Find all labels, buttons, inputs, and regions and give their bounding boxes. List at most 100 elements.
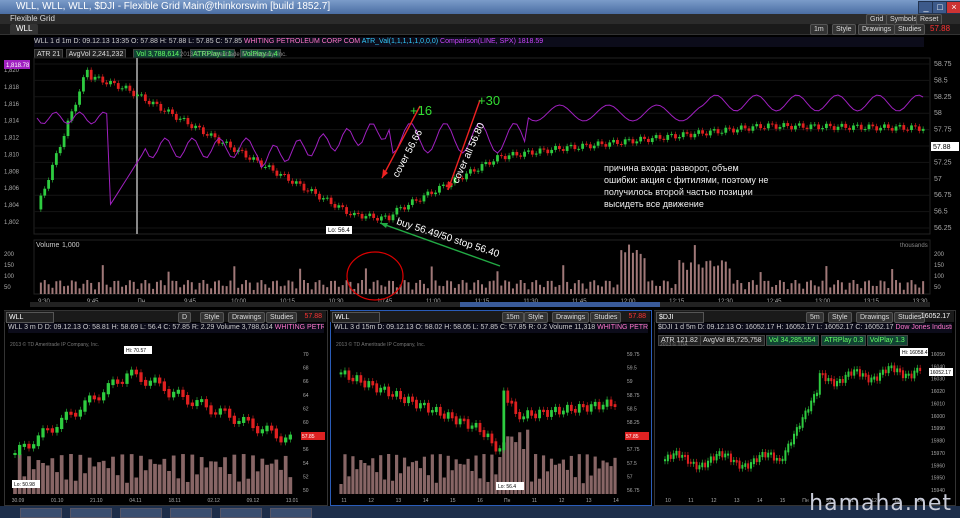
panel-candle-body: [913, 370, 916, 379]
studies-button[interactable]: Studies: [894, 24, 926, 35]
panel-candle-body: [251, 418, 255, 429]
volume-bar: [392, 281, 394, 294]
candle-body: [171, 109, 174, 115]
panel-volume-bar: [482, 454, 486, 494]
candle-body: [813, 124, 817, 126]
taskbar-item[interactable]: [70, 508, 112, 518]
panel-candle-body: [672, 453, 675, 459]
candle-body: [484, 162, 488, 165]
volume-bar: [651, 280, 654, 294]
candle-body: [174, 114, 178, 120]
left-axis-tick: 1,808: [4, 169, 20, 175]
panel-candle-body: [351, 377, 355, 382]
volume-bar: [840, 282, 843, 294]
panel-lo-label: Lo: 50.98: [14, 482, 35, 488]
panel-volume-bar: [36, 460, 41, 494]
panel-candle-body: [864, 373, 867, 377]
volume-bar: [101, 265, 104, 294]
volume-bar: [535, 280, 538, 294]
panel-candle-body: [274, 428, 278, 439]
volume-bar: [333, 280, 336, 294]
dji-chart[interactable]: 2013 © TDA160501604016030160201601016000…: [654, 310, 956, 506]
candle-body: [917, 126, 921, 131]
volume-bar: [666, 281, 669, 294]
menubar: Flexible Grid Grid Symbols Reset: [0, 14, 960, 25]
panel-candle-body: [506, 390, 510, 403]
taskbar-item[interactable]: [20, 508, 62, 518]
panel-candle-body: [844, 374, 847, 383]
panel-candle-body: [92, 395, 96, 400]
daily-chart[interactable]: 2013 © TD Ameritrade IP Company, Inc. 70 6…: [4, 310, 328, 506]
candle-body: [321, 198, 325, 200]
panel-candle-body: [850, 371, 853, 376]
symbol-tab[interactable]: WLL: [10, 24, 39, 34]
volume-axis-tick: 100: [934, 274, 945, 280]
panel-volume-bar: [434, 482, 438, 494]
candle-body: [244, 150, 248, 158]
volume-bar: [689, 262, 692, 294]
candle-body: [213, 133, 217, 138]
candle-body: [906, 129, 910, 131]
period-button[interactable]: 1m: [810, 24, 828, 35]
panel-time-tick: Пн: [504, 498, 511, 504]
candle-body: [890, 128, 894, 131]
volume-bar: [183, 284, 186, 294]
taskbar-item[interactable]: [120, 508, 162, 518]
panel-candle-body: [813, 394, 816, 403]
layout-name[interactable]: Flexible Grid: [10, 14, 55, 24]
candle-body: [708, 130, 712, 136]
candle-body: [101, 76, 105, 83]
volume-bar: [728, 268, 731, 294]
panel-candle-body: [458, 418, 462, 425]
panel-volume-bar: [209, 461, 213, 494]
panel-volume-bar: [185, 481, 190, 494]
taskbar-item[interactable]: [220, 508, 262, 518]
panel-candle-body: [399, 391, 402, 400]
15m-chart[interactable]: 2013 © TD Ameritrade IP Company, Inc. 59.…: [330, 310, 652, 506]
candle-body: [581, 143, 585, 149]
candle-body: [716, 129, 720, 134]
panel-volume-bar: [422, 456, 426, 494]
panel-candle-body: [609, 399, 613, 407]
style-button[interactable]: Style: [832, 24, 856, 35]
volume-bar: [419, 280, 422, 294]
candle-body: [913, 125, 917, 127]
taskbar-item[interactable]: [170, 508, 212, 518]
candle-body: [797, 123, 801, 126]
candle-body: [143, 94, 147, 101]
panel-volume-bar: [351, 456, 355, 494]
taskbar-item[interactable]: [270, 508, 312, 518]
drawings-button[interactable]: Drawings: [858, 24, 896, 35]
main-scrollbar[interactable]: [30, 302, 930, 307]
volume-bar: [217, 280, 220, 294]
volume-bar: [600, 286, 603, 294]
candle-body: [333, 204, 337, 208]
panel-candle-body: [270, 425, 274, 431]
panel-candle-body: [830, 378, 833, 382]
panel-candle-body: [232, 415, 236, 424]
panel-candle-body: [876, 376, 879, 381]
candle-body: [561, 149, 565, 151]
volume-bar: [662, 280, 665, 294]
panel-volume-bar: [111, 456, 115, 494]
panel-candle-body: [801, 417, 804, 428]
candle-body: [186, 118, 190, 125]
candle-body: [631, 139, 635, 144]
panel-volume-bar: [78, 454, 83, 494]
candle-body: [550, 149, 554, 154]
main-scrollbar-thumb[interactable]: [460, 302, 660, 307]
panel-candle-body: [709, 456, 712, 463]
close-button[interactable]: ×: [946, 1, 960, 14]
volume-bar: [906, 282, 909, 294]
volume-bar: [724, 261, 727, 294]
panel-volume-bar: [129, 454, 134, 494]
panel-candle-body: [407, 396, 410, 404]
candle-body: [844, 123, 848, 128]
panel-volume-bar: [69, 454, 73, 494]
candle-body: [240, 149, 244, 151]
main-price-chart[interactable]: 58.7558.558.255857.7557.557.255756.7556.…: [0, 36, 960, 306]
candle-body: [759, 124, 763, 129]
volume-bar: [701, 267, 704, 294]
volume-bar: [310, 289, 313, 294]
candle-body: [743, 125, 747, 129]
